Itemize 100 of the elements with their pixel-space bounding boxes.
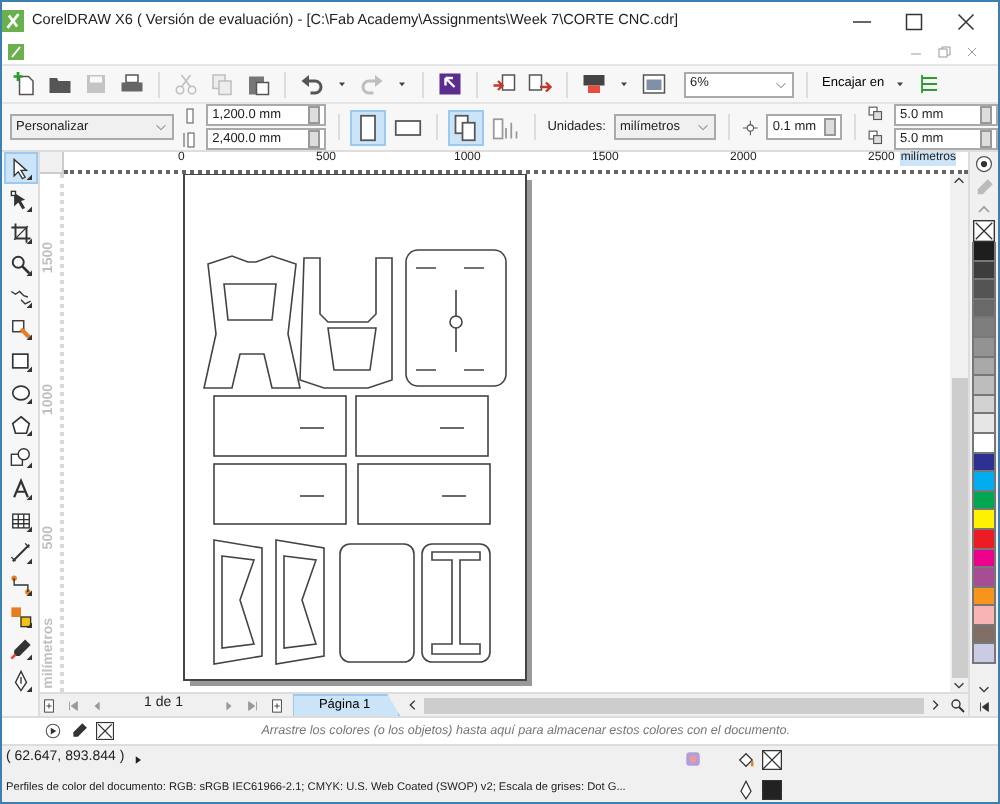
- zoom-tool-icon: [10, 253, 32, 275]
- restore-document-icon: [936, 44, 952, 60]
- expand-arrow-icon: [132, 753, 145, 765]
- launcher-icon: [438, 72, 462, 96]
- color-swatch[interactable]: [972, 529, 996, 549]
- color-swatch[interactable]: [972, 280, 996, 300]
- color-swatch[interactable]: [972, 337, 996, 358]
- publish-pdf-button[interactable]: [580, 70, 608, 98]
- color-swatch[interactable]: [972, 414, 996, 434]
- basic-shapes-tool-icon: [10, 445, 32, 467]
- open-folder-icon: [48, 72, 72, 96]
- new-document-button[interactable]: [10, 70, 38, 98]
- export-icon: [528, 72, 552, 96]
- launcher-button[interactable]: [436, 70, 464, 98]
- scroll-left-icon: [406, 698, 421, 712]
- text-tool-icon: [10, 477, 32, 499]
- no-fill-swatch-icon: [762, 749, 782, 769]
- zoom-button[interactable]: [948, 695, 968, 715]
- new-document-icon: [12, 72, 36, 96]
- color-swatch[interactable]: [972, 644, 996, 665]
- blend-tool-icon: [10, 605, 32, 627]
- add-page-icon: [42, 697, 56, 713]
- chevron-down-icon: [774, 77, 788, 91]
- application-window-icon: [642, 72, 666, 96]
- color-swatch[interactable]: [972, 242, 996, 262]
- vertical-scrollbar[interactable]: [950, 174, 968, 692]
- previous-page-icon: [90, 697, 104, 713]
- color-swatch[interactable]: [972, 549, 996, 569]
- color-swatch[interactable]: [972, 510, 996, 530]
- chevron-down-icon: [696, 120, 711, 134]
- last-page-icon: [246, 697, 261, 713]
- save-icon: [84, 72, 108, 96]
- no-color-icon: [96, 722, 114, 740]
- scrollbar-thumb[interactable]: [951, 378, 967, 678]
- color-swatch[interactable]: [972, 395, 996, 415]
- palette-scroll-up-icon: [976, 202, 992, 218]
- scroll-down-icon: [952, 678, 966, 692]
- fill-bucket-icon: [736, 749, 756, 769]
- portrait-button[interactable]: [352, 111, 384, 143]
- palette-scroll-down-icon: [976, 682, 992, 696]
- no-color-icon: [972, 220, 996, 242]
- palette-end-icon: [976, 700, 992, 714]
- palette-end-button[interactable]: [974, 698, 994, 716]
- app-logo-icon: [2, 10, 24, 32]
- scroll-up-icon: [952, 174, 966, 188]
- undo-icon: [300, 72, 324, 96]
- no-color-button[interactable]: [94, 720, 116, 742]
- close-document-icon: [964, 44, 980, 60]
- no-color-swatch[interactable]: [972, 220, 996, 242]
- application-window-button[interactable]: [640, 70, 668, 98]
- color-swatch[interactable]: [972, 433, 996, 454]
- color-swatch[interactable]: [972, 376, 996, 396]
- docker-options-icon: [44, 722, 62, 740]
- color-swatch[interactable]: [972, 625, 996, 645]
- first-page-icon: [66, 697, 80, 713]
- smart-fill-tool-icon: [10, 317, 32, 339]
- color-management-icon: [684, 750, 702, 768]
- dimension-tool-icon: [10, 541, 32, 563]
- horizontal-scrollbar[interactable]: [406, 695, 942, 715]
- color-swatch[interactable]: [972, 299, 996, 319]
- all-pages-button[interactable]: [449, 111, 482, 143]
- color-swatch[interactable]: [972, 606, 996, 626]
- close-document-button[interactable]: [962, 42, 982, 62]
- color-swatch[interactable]: [972, 587, 996, 607]
- color-swatch[interactable]: [972, 357, 996, 377]
- copy-icon: [210, 72, 234, 96]
- pick-tool-button[interactable]: [4, 152, 38, 184]
- redo-icon: [360, 72, 384, 96]
- docker-options-button[interactable]: [42, 720, 64, 742]
- crop-tool-icon: [10, 221, 32, 243]
- color-swatch[interactable]: [972, 491, 996, 511]
- outline-pen-tool-icon: [10, 669, 32, 691]
- add-page-button[interactable]: [40, 695, 58, 715]
- rectangle-tool-icon: [10, 349, 32, 371]
- freehand-tool-icon: [10, 285, 32, 307]
- all-pages-icon: [451, 113, 480, 141]
- connector-tool-icon: [10, 573, 32, 595]
- color-swatch[interactable]: [972, 472, 996, 492]
- color-swatch[interactable]: [972, 318, 996, 338]
- cut-icon: [174, 72, 198, 96]
- outline-pen-icon: [736, 779, 756, 799]
- add-page-button[interactable]: [268, 695, 287, 715]
- import-icon: [492, 72, 516, 96]
- color-swatch[interactable]: [972, 261, 996, 281]
- scrollbar-thumb[interactable]: [424, 697, 924, 713]
- palette-options-button[interactable]: [972, 152, 996, 176]
- maximize-icon: [900, 9, 928, 33]
- color-swatch[interactable]: [972, 453, 996, 473]
- color-swatch[interactable]: [972, 568, 996, 588]
- print-button[interactable]: [118, 70, 146, 98]
- export-button[interactable]: [526, 70, 554, 98]
- publish-pdf-icon: [582, 72, 606, 96]
- table-tool-icon: [10, 509, 32, 531]
- pick-tool-icon: [10, 157, 32, 179]
- scroll-right-icon: [928, 698, 942, 712]
- undo-button[interactable]: [298, 70, 326, 98]
- next-page-icon: [222, 697, 237, 713]
- palette-options-icon: [974, 154, 994, 174]
- zoom-icon: [950, 697, 966, 713]
- portrait-icon: [354, 113, 382, 141]
